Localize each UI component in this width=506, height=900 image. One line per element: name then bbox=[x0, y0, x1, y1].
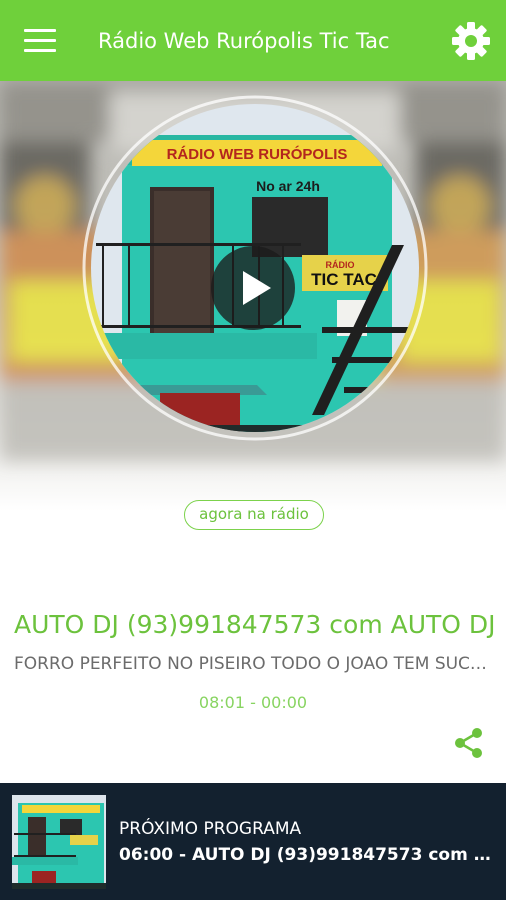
hamburger-menu-icon[interactable] bbox=[20, 24, 60, 58]
sign-name-text: RÁDIO WEB RURÓPOLIS bbox=[167, 145, 348, 163]
next-program-thumbnail bbox=[12, 795, 106, 889]
program-time: 08:01 - 00:00 bbox=[198, 693, 308, 712]
app-bar: Rádio Web Rurópolis Tic Tac bbox=[0, 0, 506, 81]
next-program-title: 06:00 - AUTO DJ (93)991847573 com AUTO D… bbox=[119, 845, 503, 865]
hero-section: RÁDIO WEB RURÓPOLIS No ar 24h RÁDIO TIC … bbox=[0, 81, 506, 511]
share-icon[interactable] bbox=[452, 726, 486, 760]
gear-icon[interactable] bbox=[449, 19, 493, 63]
program-title: AUTO DJ (93)991847573 com AUTO DJ bbox=[14, 610, 496, 639]
app-title: Rádio Web Rurópolis Tic Tac bbox=[98, 29, 390, 53]
play-button[interactable] bbox=[210, 245, 296, 331]
sign-logo-text: TIC TAC bbox=[311, 270, 377, 289]
sign-logo-top: RÁDIO bbox=[326, 260, 355, 270]
program-description: FORRO PERFEITO NO PISEIRO TODO O JOAO TE… bbox=[14, 654, 496, 674]
now-on-air-badge: agora na rádio bbox=[184, 500, 324, 530]
sign-air-text: No ar 24h bbox=[256, 178, 320, 194]
next-program-label: PRÓXIMO PROGRAMA bbox=[119, 819, 302, 839]
next-program-bar[interactable]: PRÓXIMO PROGRAMA 06:00 - AUTO DJ (93)991… bbox=[0, 783, 506, 900]
